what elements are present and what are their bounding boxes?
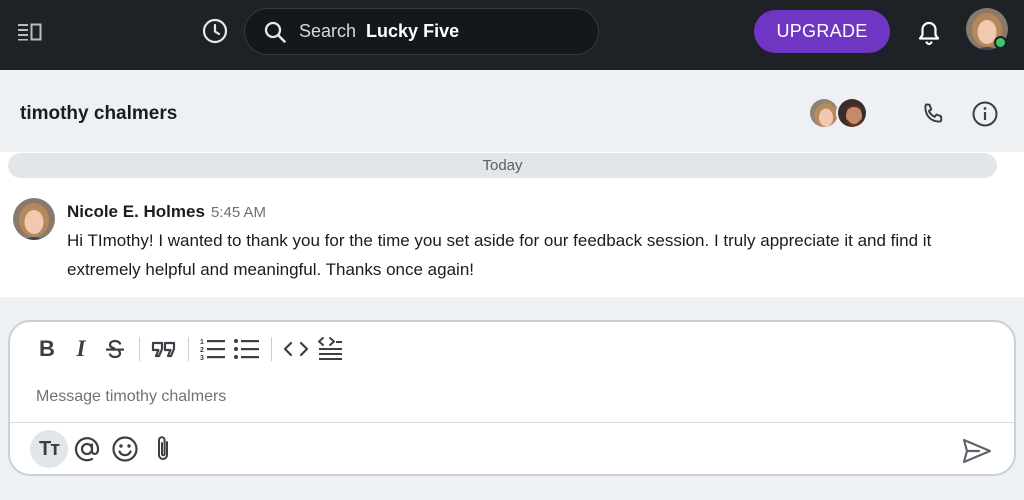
search-icon: [261, 18, 289, 46]
composer-divider: [10, 422, 1014, 423]
strikethrough-icon[interactable]: [98, 332, 132, 366]
text-format-button[interactable]: Tт: [30, 430, 68, 468]
bullet-list-icon[interactable]: [230, 332, 264, 366]
format-toolbar: B I 123: [30, 332, 347, 366]
members-avatars[interactable]: [808, 97, 872, 131]
channel-title: timothy chalmers: [20, 103, 178, 124]
info-icon[interactable]: [968, 97, 1002, 131]
upgrade-button[interactable]: UPGRADE: [754, 10, 890, 53]
channel-header: timothy chalmers: [0, 75, 1024, 152]
toolbar-divider: [139, 337, 140, 361]
toolbar-divider: [188, 337, 189, 361]
phone-icon[interactable]: [916, 97, 950, 131]
message-text: Hi TImothy! I wanted to thank you for th…: [67, 231, 932, 279]
message-composer: B I 123 Tт: [8, 320, 1016, 476]
search-bar[interactable]: Search Lucky Five: [244, 8, 599, 55]
mention-icon[interactable]: [68, 430, 106, 468]
search-prefix: Search: [299, 21, 357, 41]
attachment-icon[interactable]: [144, 430, 182, 468]
toolbar-divider: [271, 337, 272, 361]
svg-text:3: 3: [200, 355, 204, 361]
numbered-list-icon[interactable]: 123: [196, 332, 230, 366]
presence-indicator: [994, 36, 1007, 49]
message-author[interactable]: Nicole E. Holmes: [67, 202, 205, 222]
top-bar: Search Lucky Five UPGRADE: [0, 0, 1024, 70]
send-icon[interactable]: [960, 434, 994, 468]
message-input[interactable]: [36, 382, 986, 412]
code-block-icon[interactable]: [313, 332, 347, 366]
emoji-icon[interactable]: [106, 430, 144, 468]
message-list: Today Nicole E. Holmes 5:45 AM Hi TImoth…: [0, 152, 1024, 297]
quote-icon[interactable]: [147, 332, 181, 366]
menu-icon[interactable]: [14, 18, 46, 46]
svg-text:2: 2: [200, 347, 204, 354]
composer-actions: Tт: [30, 430, 182, 468]
bell-icon[interactable]: [912, 16, 946, 50]
code-icon[interactable]: [279, 332, 313, 366]
day-divider: Today: [8, 153, 997, 178]
history-icon[interactable]: [198, 14, 232, 48]
svg-text:1: 1: [200, 339, 204, 346]
member-avatar: [836, 97, 868, 129]
message-avatar[interactable]: [13, 198, 55, 240]
message-time: 5:45 AM: [211, 204, 267, 221]
search-query: Lucky Five: [366, 21, 460, 41]
italic-button[interactable]: I: [64, 332, 98, 366]
bold-button[interactable]: B: [30, 332, 64, 366]
